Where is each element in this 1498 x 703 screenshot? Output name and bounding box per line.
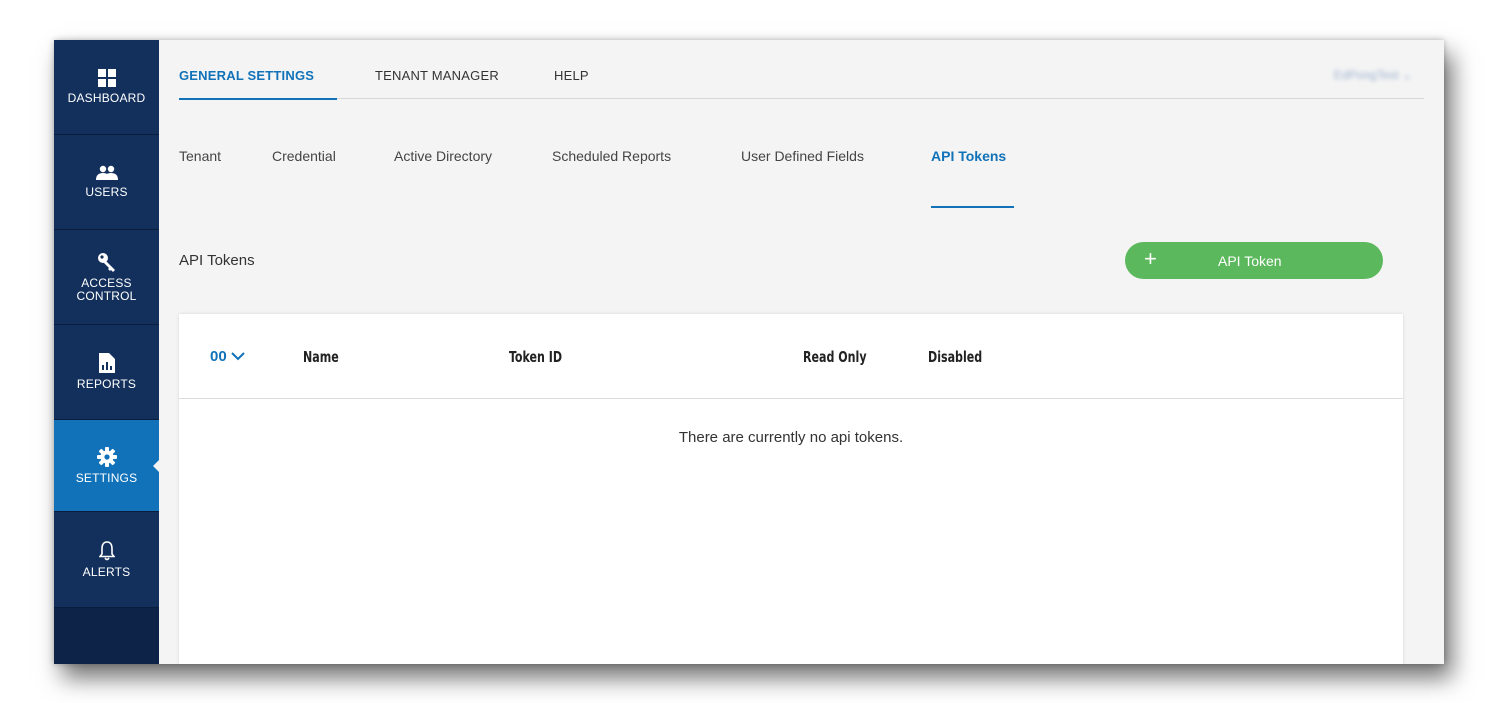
report-icon [98,353,115,373]
active-subtab-indicator [931,206,1014,208]
sidebar: DASHBOARD USERS ACCESS CONTROL REPORTS S… [54,40,160,664]
plus-icon: + [1144,246,1157,271]
tab-help[interactable]: HELP [554,68,589,83]
sidebar-item-users[interactable]: USERS [54,135,159,230]
users-icon [95,165,118,180]
sidebar-item-label: SETTINGS [75,470,138,485]
column-header-disabled[interactable]: Disabled [928,348,982,366]
subtab-credential[interactable]: Credential [272,148,336,164]
sidebar-item-settings[interactable]: SETTINGS [54,420,160,512]
gear-icon [96,446,117,467]
sidebar-item-reports[interactable]: REPORTS [54,325,159,420]
bell-icon [98,540,115,560]
table-header: 00 Name Token ID Read Only Disabled [179,314,1403,399]
sidebar-item-dashboard[interactable]: DASHBOARD [54,40,159,135]
sidebar-item-label: USERS [85,185,128,199]
sidebar-item-label: REPORTS [76,377,137,391]
sidebar-item-access-control[interactable]: ACCESS CONTROL [54,230,159,325]
subtab-tenant[interactable]: Tenant [179,148,221,164]
api-tokens-table: 00 Name Token ID Read Only Disabled Ther… [179,314,1403,664]
subtab-scheduled-reports[interactable]: Scheduled Reports [552,148,671,164]
column-header-read-only[interactable]: Read Only [803,348,867,366]
add-button-label: API Token [1218,253,1282,269]
column-header-name[interactable]: Name [303,348,339,366]
tab-general-settings[interactable]: GENERAL SETTINGS [179,68,314,83]
key-icon [97,252,115,272]
user-name: EdPongTest [1333,68,1399,82]
empty-state-message: There are currently no api tokens. [678,429,904,446]
sidebar-item-label: ALERTS [82,564,131,579]
select-all-toggle[interactable]: 00 [210,348,245,365]
active-tab-indicator [179,98,337,100]
column-header-token-id[interactable]: Token ID [509,348,562,366]
chevron-down-icon [230,352,245,361]
sidebar-item-label: ACCESS CONTROL [76,275,137,303]
app-window: DASHBOARD USERS ACCESS CONTROL REPORTS S… [54,40,1444,664]
section-title: API Tokens [179,252,255,269]
top-navigation: GENERAL SETTINGS TENANT MANAGER HELP EdP… [179,40,1424,100]
user-menu[interactable]: EdPongTest ⌄ [1334,68,1412,82]
sidebar-item-label: DASHBOARD [67,91,146,105]
subtab-api-tokens[interactable]: API Tokens [931,148,1006,164]
subtab-active-directory[interactable]: Active Directory [394,148,492,164]
add-api-token-button[interactable]: + API Token [1125,242,1383,279]
subtab-user-defined-fields[interactable]: User Defined Fields [741,148,864,164]
sidebar-item-alerts[interactable]: ALERTS [54,512,159,608]
select-label: 00 [210,348,227,365]
chevron-down-icon: ⌄ [1401,68,1412,82]
tab-tenant-manager[interactable]: TENANT MANAGER [375,68,499,83]
dashboard-icon [97,69,116,87]
